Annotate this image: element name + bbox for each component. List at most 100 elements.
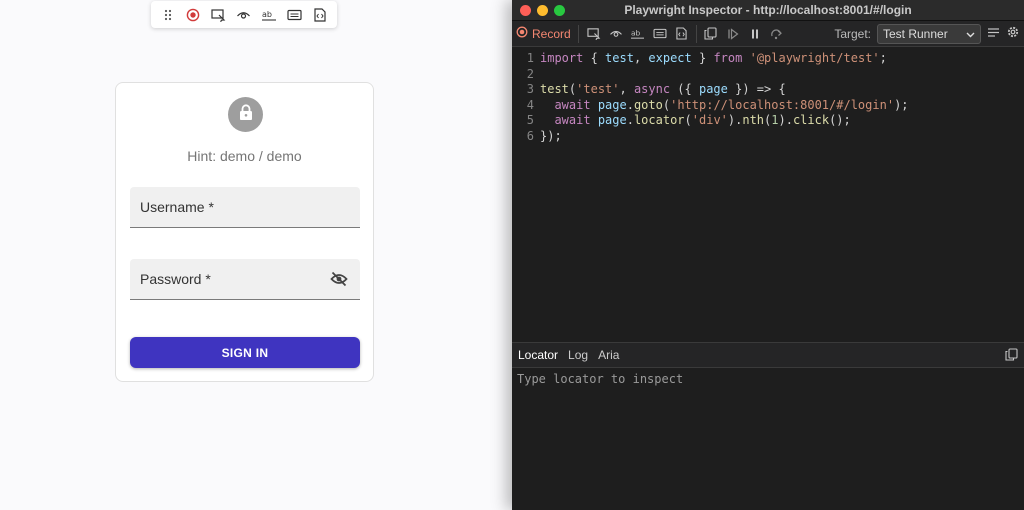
record-icon[interactable] [180,1,205,28]
code-editor[interactable]: 1 import { test, expect } from '@playwri… [512,47,1024,341]
svg-text:ab: ab [631,28,641,37]
code-token: goto [633,97,663,112]
pick-locator-icon[interactable] [583,23,605,45]
code-line: 1 import { test, expect } from '@playwri… [512,51,1024,67]
code-token: locator [633,113,685,128]
svg-text:ab: ab [262,10,272,19]
record-label: Record [532,26,571,41]
tab-locator[interactable]: Locator [518,348,558,362]
target-select[interactable]: Test Runner [877,24,981,44]
chevron-down-icon [966,27,975,41]
title-bar: Playwright Inspector - http://localhost:… [512,0,1024,21]
code-token: await [554,113,591,128]
lock-icon [239,103,253,126]
code-token: } [691,51,714,65]
password-field[interactable]: Password * [130,259,360,300]
copy-icon[interactable] [1005,348,1018,366]
code-token: from [713,51,743,65]
assert-visibility-icon[interactable] [231,1,256,28]
assert-text-icon[interactable]: ab [627,23,649,45]
code-token: page [698,82,728,97]
username-label: Username * [140,199,214,215]
login-card: Hint: demo / demo Username * Password * … [115,82,374,382]
code-line: 2 [512,67,1024,83]
code-token: expect [648,51,692,65]
visibility-off-icon[interactable] [328,268,350,290]
line-number: 2 [526,66,534,81]
code-token: page [597,113,627,128]
code-token: click [792,113,830,128]
line-number: 3 [526,82,534,97]
code-token: nth [742,113,765,128]
target-label: Target: [834,27,871,41]
line-number: 1 [526,51,534,65]
target-value: Test Runner [883,27,948,41]
sign-in-button[interactable]: SIGN IN [130,337,360,368]
assert-snapshot-icon[interactable] [308,1,333,28]
code-token: { [583,51,606,65]
code-token: ). [727,113,743,128]
code-token: import [540,51,584,65]
code-token: . [626,97,634,112]
assert-text-icon[interactable]: ab [257,1,282,28]
code-token: 'test' [576,82,620,97]
code-token: test [605,51,634,65]
assert-value-icon[interactable] [649,23,671,45]
assert-visibility-icon[interactable] [605,23,627,45]
code-token: 'http://localhost:8001/#/login' [670,97,895,112]
code-line: 5 await page. locator('div'). nth(1). click… [512,113,1024,129]
line-number: 6 [526,128,534,143]
record-icon [516,26,528,41]
code-token: , [633,51,649,65]
code-token: ( [684,113,692,128]
window-title: Playwright Inspector - http://localhost:… [624,3,912,17]
code-token: 'div' [691,113,728,128]
pause-icon[interactable] [744,23,766,45]
drag-handle-icon[interactable] [155,1,180,28]
resume-icon[interactable] [722,23,744,45]
code-line: 6 }); [512,129,1024,145]
toolbar-separator [695,24,697,43]
copy-icon[interactable] [700,23,722,45]
line-number: 5 [526,113,534,128]
code-token: (); [829,113,851,128]
code-token: ; [879,51,887,65]
code-token: await [554,97,591,112]
assert-value-icon[interactable] [282,1,307,28]
code-token: 1 [771,113,779,128]
code-token: }) => { [727,82,786,97]
code-token: ({ [670,82,699,97]
wrap-lines-icon[interactable] [987,25,1000,43]
tab-log[interactable]: Log [568,348,588,362]
step-over-icon[interactable] [766,23,788,45]
code-token: ( [568,82,577,97]
code-line: 4 await page. goto('http://localhost:8001… [512,98,1024,114]
locator-input[interactable]: Type locator to inspect [517,372,683,386]
code-token: ). [778,113,793,128]
code-token: . [626,113,634,128]
code-token: page [597,97,627,112]
code-token: test [540,82,569,97]
code-token: ); [894,97,909,112]
password-label: Password * [140,271,211,287]
assert-snapshot-icon[interactable] [671,23,693,45]
code-token: async [633,82,671,97]
inspector-toolbar: Record ab Target: Test Runner [512,21,1024,47]
code-token: }); [540,128,562,143]
line-number: 4 [526,97,534,112]
code-token: ( [764,113,772,128]
tab-aria[interactable]: Aria [598,348,619,362]
pick-locator-icon[interactable] [206,1,231,28]
inspector-tabs: Locator Log Aria [512,342,1024,368]
target-selector: Target: Test Runner [834,24,1020,44]
record-button[interactable]: Record [516,24,579,43]
avatar [228,97,263,132]
settings-gear-icon[interactable] [1006,25,1020,44]
username-field[interactable]: Username * [130,187,360,228]
login-hint: Hint: demo / demo [187,148,302,164]
